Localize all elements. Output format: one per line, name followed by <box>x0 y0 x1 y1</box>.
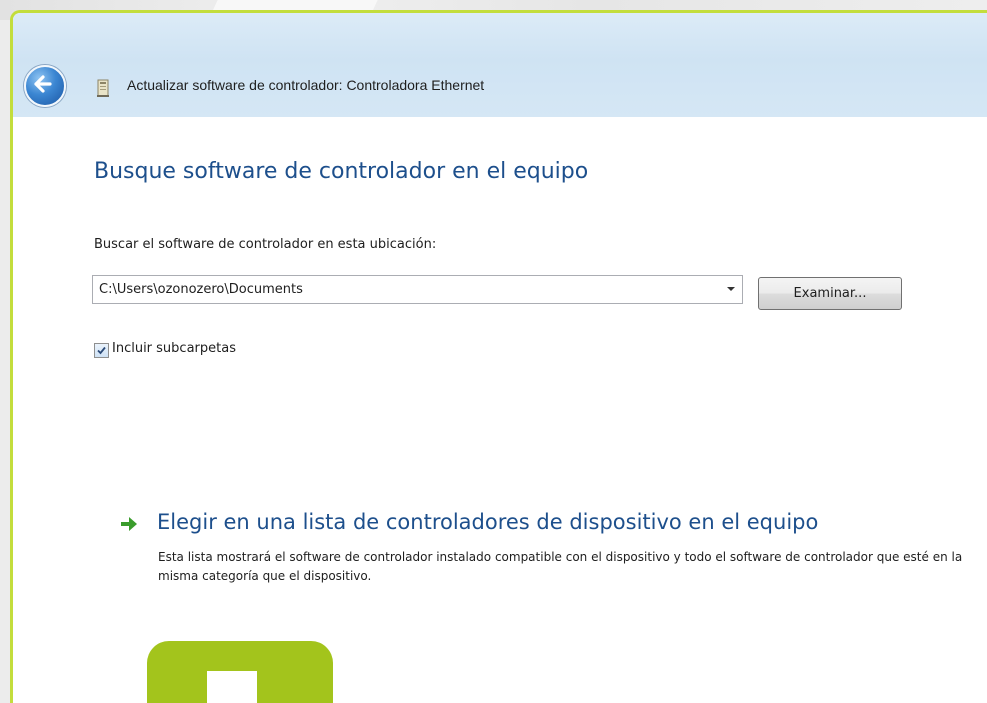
content-area <box>13 117 987 703</box>
back-button[interactable] <box>24 65 66 107</box>
choose-from-list-description: Esta lista mostrará el software de contr… <box>158 550 963 583</box>
decorative-green-tile <box>147 641 333 703</box>
combobox-dropdown-button[interactable] <box>718 276 742 303</box>
window-title: Actualizar software de controlador: Cont… <box>127 77 485 93</box>
green-arrow-icon[interactable] <box>120 516 138 532</box>
include-subfolders-checkbox[interactable] <box>94 343 109 358</box>
path-input-value[interactable]: C:\Users\ozonozero\Documents <box>99 282 303 297</box>
device-manager-icon <box>97 79 109 97</box>
path-combobox[interactable]: C:\Users\ozonozero\Documents <box>92 275 743 304</box>
location-label: Buscar el software de controlador en est… <box>94 237 437 252</box>
browse-button[interactable]: Examinar... <box>758 277 902 310</box>
driver-update-window: Actualizar software de controlador: Cont… <box>10 10 987 703</box>
decorative-tile-inner <box>207 671 257 703</box>
chevron-down-icon <box>727 287 735 291</box>
include-subfolders-label[interactable]: Incluir subcarpetas <box>112 341 236 356</box>
back-arrow-icon <box>34 75 52 93</box>
checkmark-icon <box>97 346 106 355</box>
title-bar: Actualizar software de controlador: Cont… <box>13 13 987 117</box>
page-heading: Busque software de controlador en el equ… <box>94 159 589 184</box>
choose-from-list-link[interactable]: Elegir en una lista de controladores de … <box>157 510 818 534</box>
